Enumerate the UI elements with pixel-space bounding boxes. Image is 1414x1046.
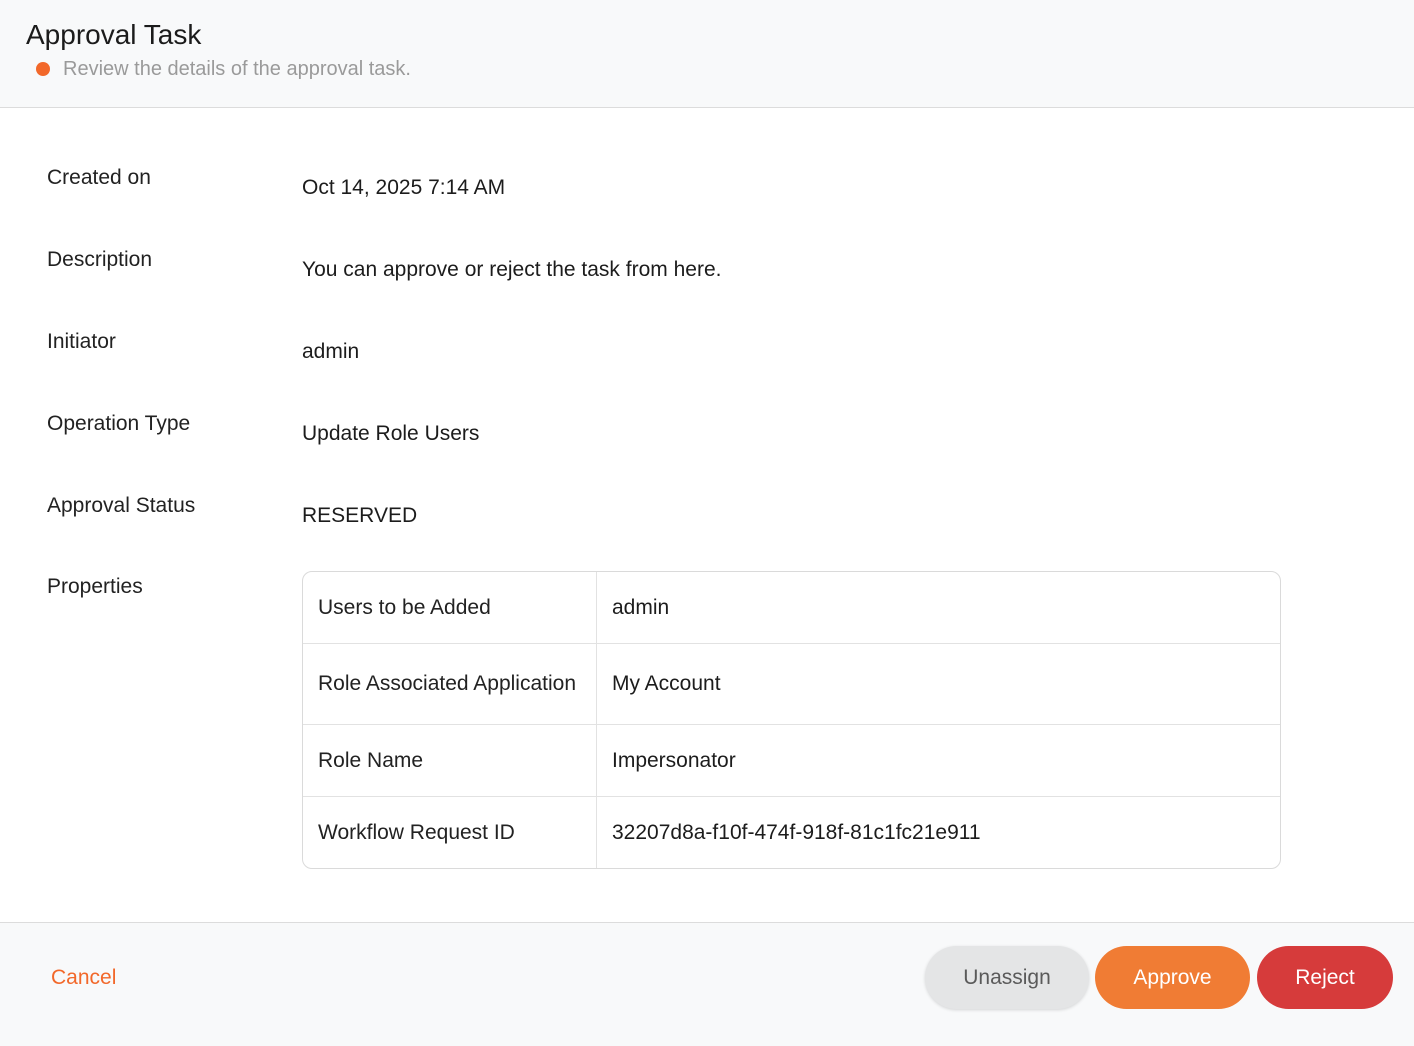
- table-row: Role Name Impersonator: [303, 725, 1280, 797]
- property-value: admin: [612, 595, 670, 619]
- unassign-button[interactable]: Unassign: [925, 946, 1089, 1009]
- created-on-label: Created on: [47, 166, 151, 189]
- modal-header: Approval Task Review the details of the …: [0, 0, 1414, 108]
- page-subtitle: Review the details of the approval task.: [63, 58, 411, 80]
- initiator-value: admin: [302, 340, 360, 363]
- operation-type-value: Update Role Users: [302, 422, 480, 445]
- property-value: 32207d8a-f10f-474f-918f-81c1fc21e911: [612, 820, 981, 844]
- approval-status-label: Approval Status: [47, 494, 196, 517]
- reject-button[interactable]: Reject: [1257, 946, 1393, 1009]
- property-value: My Account: [612, 672, 721, 695]
- approval-task-modal: Approval Task Review the details of the …: [0, 0, 1414, 1046]
- properties-label: Properties: [47, 575, 143, 598]
- property-key: Role Name: [303, 725, 597, 796]
- properties-table: Users to be Added admin Role Associated …: [302, 571, 1281, 869]
- table-row: Role Associated Application My Account: [303, 644, 1280, 725]
- approval-status-value: RESERVED: [302, 504, 418, 527]
- page-title: Approval Task: [26, 19, 202, 50]
- property-key: Workflow Request ID: [303, 797, 597, 868]
- table-row: Workflow Request ID 32207d8a-f10f-474f-9…: [303, 797, 1280, 868]
- description-value: You can approve or reject the task from …: [302, 258, 722, 281]
- table-row: Users to be Added admin: [303, 572, 1280, 644]
- created-on-value: Oct 14, 2025 7:14 AM: [302, 176, 506, 199]
- property-value: Impersonator: [612, 748, 736, 772]
- subtitle-row: Review the details of the approval task.: [36, 56, 411, 82]
- description-label: Description: [47, 248, 153, 271]
- task-details: Created on Oct 14, 2025 7:14 AM Descript…: [0, 109, 1414, 922]
- property-key: Users to be Added: [303, 572, 597, 643]
- approve-button[interactable]: Approve: [1095, 946, 1250, 1009]
- property-key: Role Associated Application: [303, 644, 597, 724]
- cancel-button[interactable]: Cancel: [51, 965, 116, 991]
- initiator-label: Initiator: [47, 330, 116, 353]
- status-dot-icon: [36, 62, 50, 76]
- operation-type-label: Operation Type: [47, 412, 191, 435]
- modal-footer: Cancel Unassign Approve Reject: [0, 922, 1414, 1046]
